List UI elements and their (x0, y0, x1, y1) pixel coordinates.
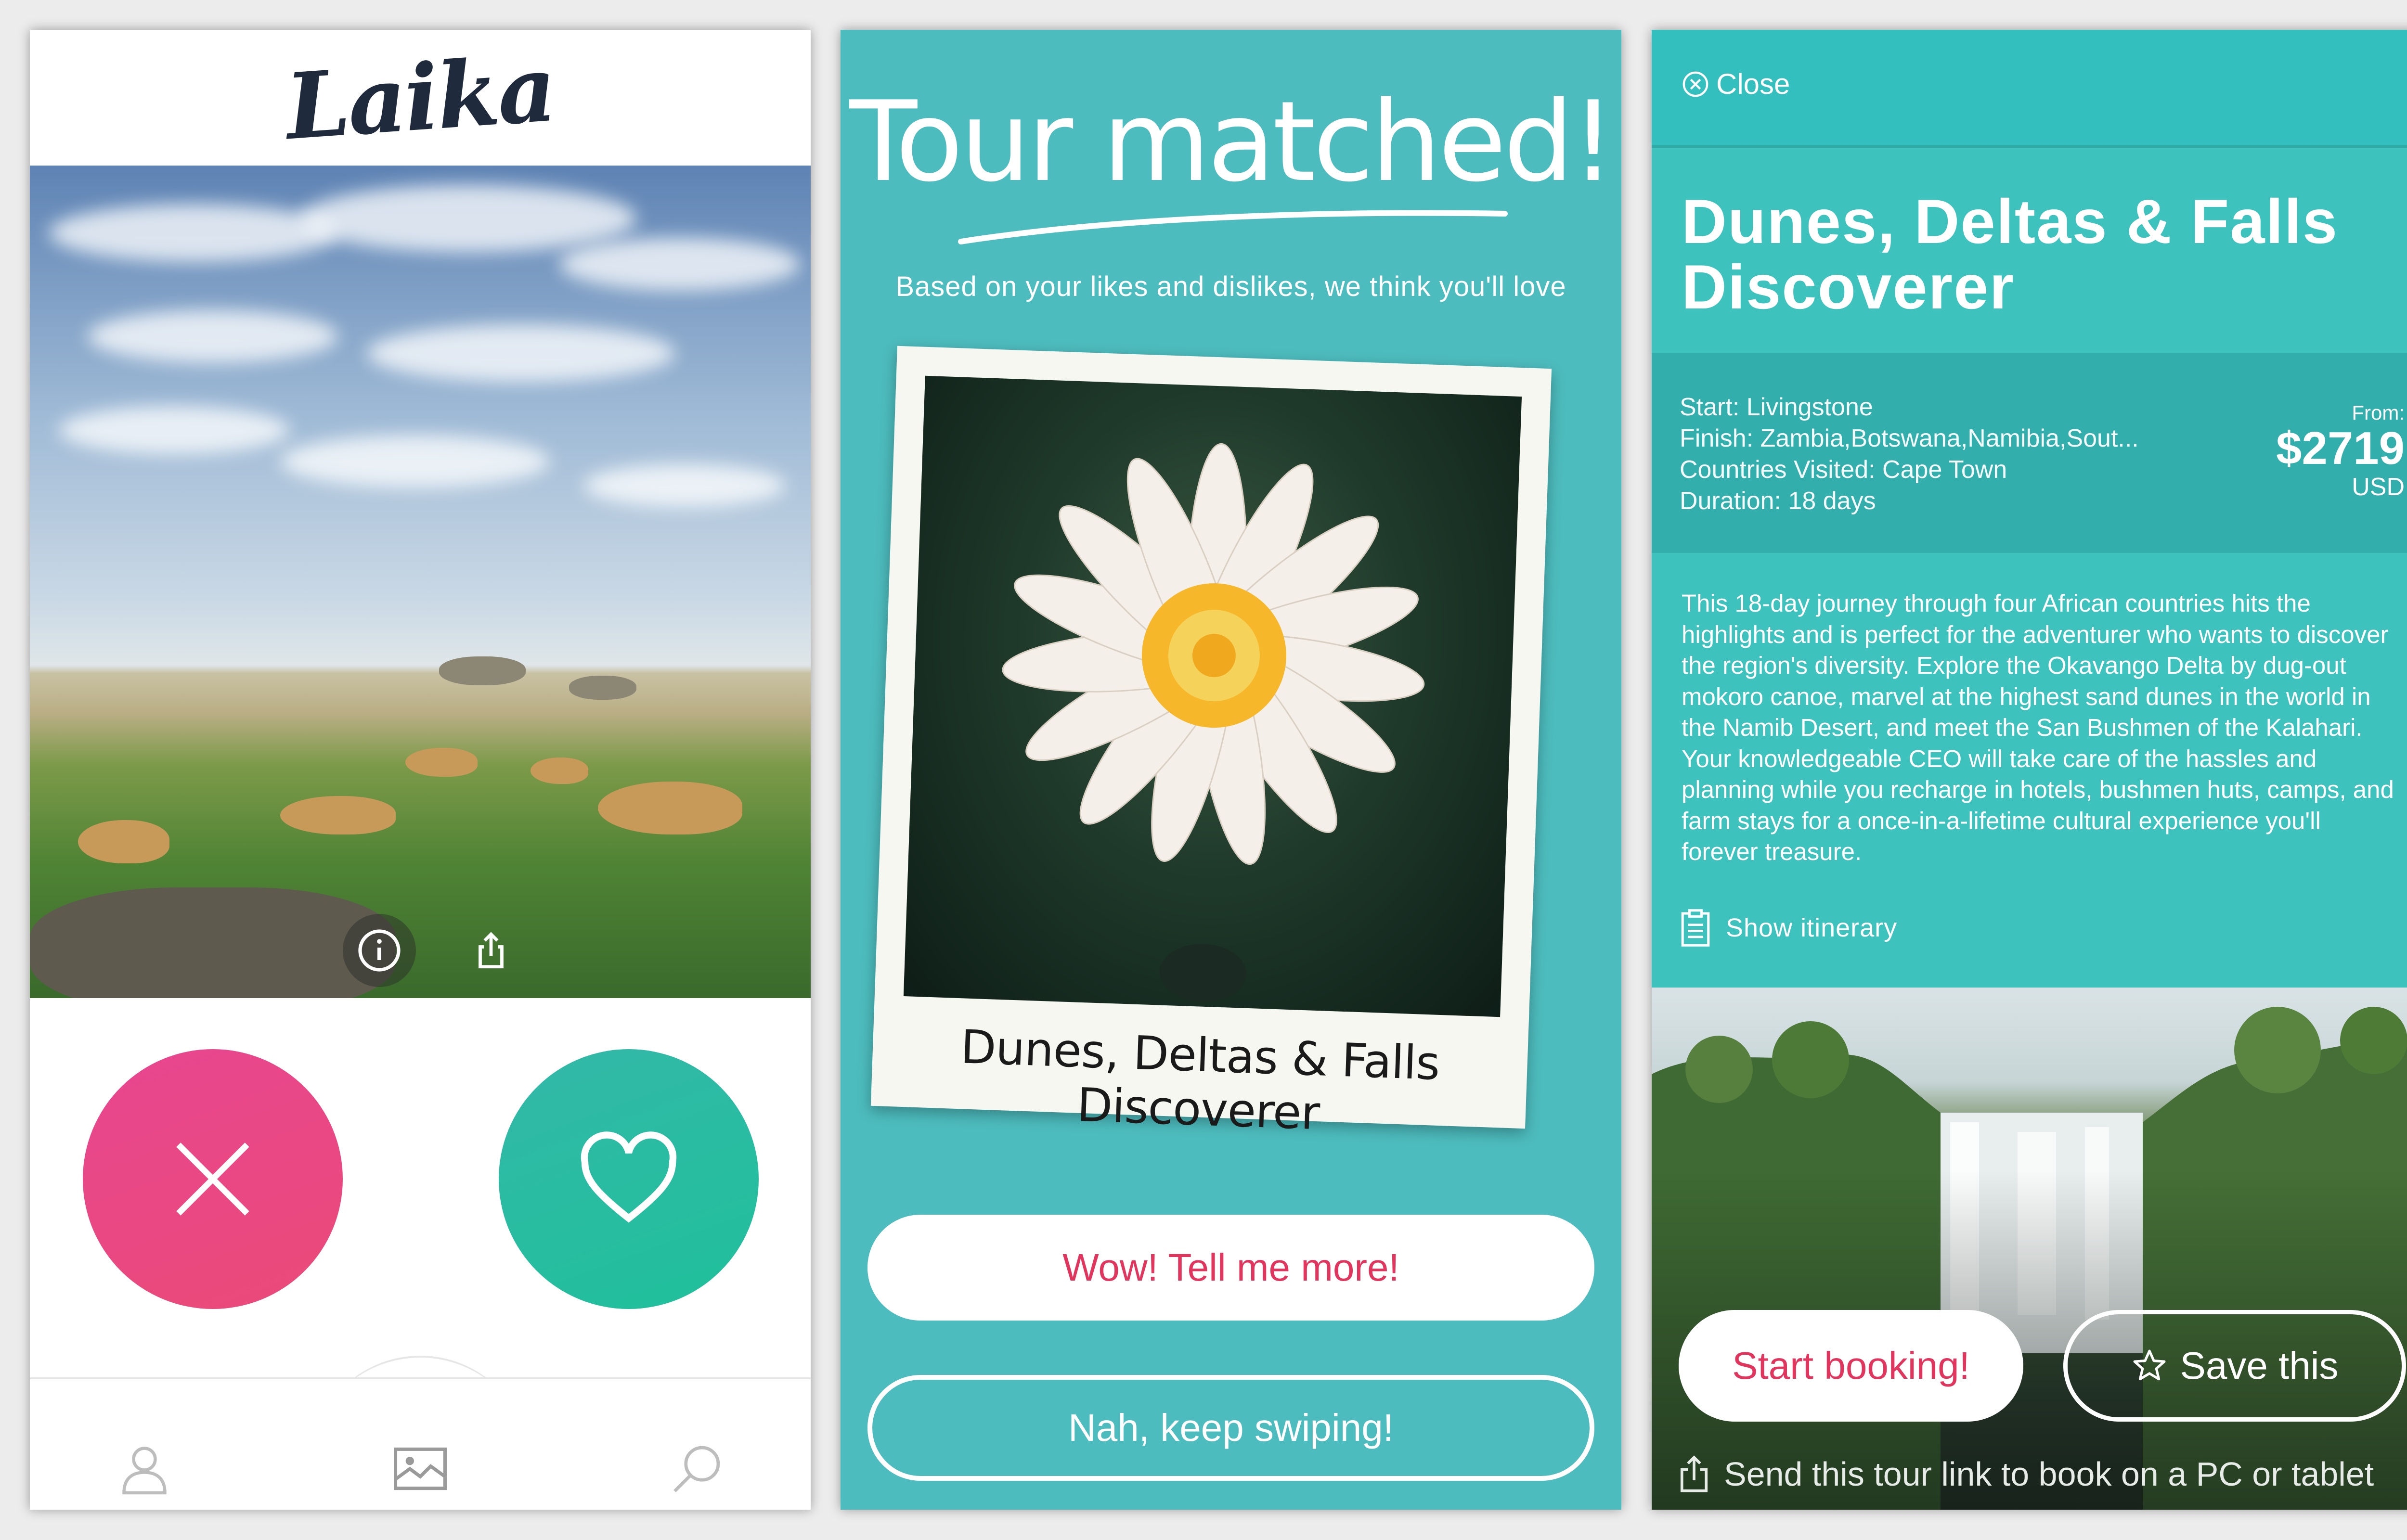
polaroid-caption: Dunes, Deltas & Falls Discoverer (959, 1020, 1441, 1141)
share-icon (479, 932, 504, 969)
tour-info-band: Start: Livingstone Finish: Zambia,Botswa… (1652, 353, 2407, 553)
show-itinerary-button[interactable]: Show itinerary (1680, 908, 1897, 948)
close-x-icon (176, 1142, 249, 1216)
info-row: Countries Visited: Cape Town (1680, 456, 2007, 484)
price-from-label: From: (2352, 401, 2405, 424)
info-button[interactable] (343, 914, 416, 987)
app-header: Laika (30, 30, 811, 166)
water-lily-image (1002, 443, 1425, 1002)
info-row: Start: Livingstone (1680, 393, 1873, 421)
itinerary-label: Show itinerary (1726, 913, 1898, 942)
close-button[interactable]: Close (1682, 67, 1790, 101)
tour-title: Dunes, Deltas & Falls Discoverer (1682, 186, 2339, 322)
match-subtitle: Based on your likes and dislikes, we thi… (895, 271, 1566, 302)
tour-photo (903, 375, 1522, 1017)
like-button[interactable] (499, 1049, 759, 1309)
info-row: Finish: Zambia,Botswana,Namibia,Sout... (1680, 424, 2139, 452)
send-link-button[interactable]: Send this tour link to book on a PC or t… (1677, 1454, 2374, 1494)
tour-photo[interactable] (30, 166, 811, 998)
search-icon (673, 1446, 720, 1492)
price-amount: $2719 (2276, 423, 2405, 474)
tour-info-list: Start: Livingstone Finish: Zambia,Botswa… (1680, 392, 2139, 517)
tour-detail-screen: Close Dunes, Deltas & Falls Discoverer S… (1652, 30, 2407, 1510)
heart-icon (581, 1131, 677, 1223)
tab-search[interactable] (654, 1425, 740, 1510)
divider (1652, 145, 2407, 148)
top-bar: Close (1652, 30, 2407, 145)
match-title: Tour matched! (849, 78, 1616, 206)
close-label: Close (1716, 68, 1790, 100)
gallery-icon (394, 1447, 447, 1490)
price-block: From: $2719 USD (2276, 401, 2405, 501)
dislike-button[interactable] (83, 1049, 343, 1309)
price-currency: USD (2352, 473, 2405, 501)
title-underline (958, 210, 1508, 244)
match-screen: Tour matched! Based on your likes and di… (841, 30, 1621, 1510)
tab-profile[interactable] (101, 1425, 188, 1510)
close-circle-icon (1682, 71, 1708, 97)
app-logo: Laika (283, 35, 558, 160)
waterfall-photo (1652, 988, 2407, 1510)
star-icon (2133, 1349, 2166, 1381)
swipe-screen: Laika (30, 30, 811, 1510)
keep-swiping-button[interactable]: Nah, keep swiping! (867, 1375, 1594, 1481)
save-button[interactable]: Save this (2063, 1310, 2406, 1422)
send-link-label: Send this tour link to book on a PC or t… (1724, 1455, 2374, 1493)
tour-description: This 18-day journey through four African… (1682, 590, 2394, 865)
share-button[interactable] (454, 914, 528, 987)
clipboard-icon (1681, 909, 1710, 947)
tell-me-more-button[interactable]: Wow! Tell me more! (867, 1215, 1594, 1321)
share-icon (1680, 1455, 1708, 1492)
info-row: Duration: 18 days (1680, 487, 1876, 515)
tour-polaroid[interactable]: Dunes, Deltas & Falls Discoverer (870, 346, 1552, 1140)
info-icon (358, 929, 401, 972)
save-label: Save this (2180, 1344, 2339, 1387)
tab-gallery[interactable] (377, 1425, 464, 1510)
profile-icon (122, 1447, 167, 1495)
start-booking-button[interactable]: Start booking! (1679, 1310, 2023, 1422)
